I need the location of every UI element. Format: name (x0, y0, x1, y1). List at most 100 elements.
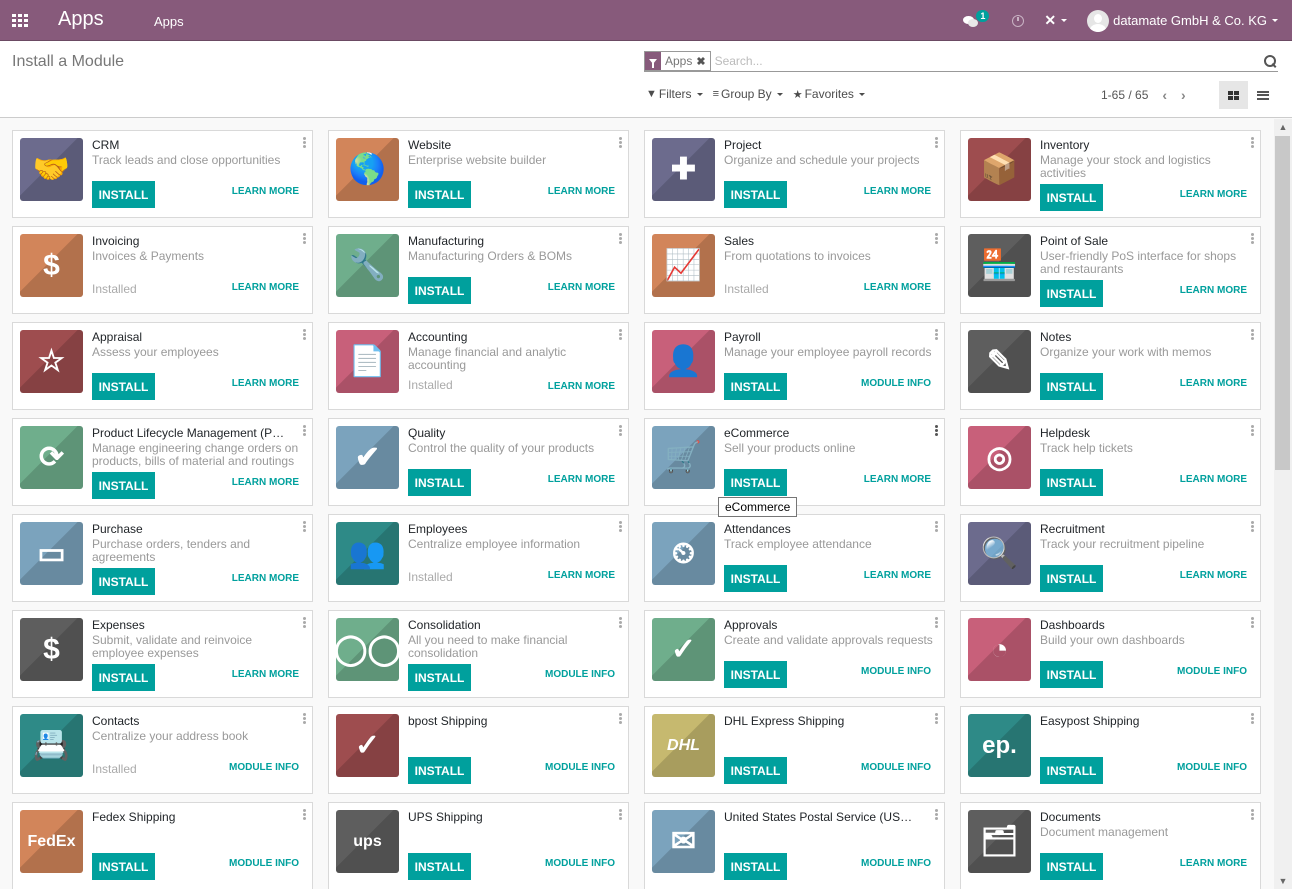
install-button[interactable]: INSTALL (92, 568, 155, 595)
card-menu-icon[interactable] (303, 425, 306, 436)
pager-next-button[interactable]: › (1181, 87, 1186, 103)
install-button[interactable]: INSTALL (408, 853, 471, 880)
module-info-link[interactable]: MODULE INFO (545, 669, 615, 680)
learn-more-link[interactable]: LEARN MORE (864, 570, 931, 581)
search-icon[interactable] (1262, 53, 1278, 69)
card-menu-icon[interactable] (935, 425, 938, 436)
activities-button[interactable] (1012, 14, 1025, 27)
card-menu-icon[interactable] (935, 713, 938, 724)
install-button[interactable]: INSTALL (92, 373, 155, 400)
learn-more-link[interactable]: LEARN MORE (232, 186, 299, 197)
card-menu-icon[interactable] (1251, 233, 1254, 244)
module-info-link[interactable]: MODULE INFO (1177, 666, 1247, 677)
learn-more-link[interactable]: LEARN MORE (548, 186, 615, 197)
install-button[interactable]: INSTALL (408, 664, 471, 691)
app-card-ups-shipping[interactable]: ups UPS Shipping INSTALL MODULE INFO (328, 802, 629, 889)
remove-facet-icon[interactable]: ✖ (696, 55, 705, 68)
apps-grid-icon[interactable] (12, 14, 28, 27)
card-menu-icon[interactable] (619, 809, 622, 820)
app-card-invoicing[interactable]: $ Invoicing Invoices & Payments Installe… (12, 226, 313, 314)
debug-tools-button[interactable]: ✕ (1044, 12, 1068, 29)
app-card-united-states-postal-service-usps[interactable]: ✉ United States Postal Service (USPS) IN… (644, 802, 945, 889)
filters-dropdown[interactable]: ▼ Filters (646, 87, 703, 101)
app-card-inventory[interactable]: 📦 Inventory Manage your stock and logist… (960, 130, 1261, 218)
kanban-view-button[interactable] (1219, 81, 1248, 109)
install-button[interactable]: INSTALL (92, 853, 155, 880)
learn-more-link[interactable]: LEARN MORE (548, 474, 615, 485)
user-menu[interactable]: datamate GmbH & Co. KG (1087, 9, 1278, 32)
app-card-documents[interactable]: 🗂 Documents Document management INSTALL … (960, 802, 1261, 889)
learn-more-link[interactable]: LEARN MORE (864, 282, 931, 293)
scroll-up-icon[interactable]: ▲ (1274, 119, 1292, 135)
card-menu-icon[interactable] (303, 809, 306, 820)
search-facet-apps[interactable]: Apps ✖ (644, 51, 711, 71)
install-button[interactable]: INSTALL (1040, 757, 1103, 784)
list-view-button[interactable] (1248, 81, 1277, 109)
learn-more-link[interactable]: LEARN MORE (548, 282, 615, 293)
learn-more-link[interactable]: LEARN MORE (864, 186, 931, 197)
app-card-purchase[interactable]: ▭ Purchase Purchase orders, tenders and … (12, 514, 313, 602)
card-menu-icon[interactable] (303, 233, 306, 244)
card-menu-icon[interactable] (619, 617, 622, 628)
install-button[interactable]: INSTALL (724, 757, 787, 784)
app-card-dashboards[interactable]: ◔ Dashboards Build your own dashboards I… (960, 610, 1261, 698)
module-info-link[interactable]: MODULE INFO (861, 858, 931, 869)
install-button[interactable]: INSTALL (1040, 661, 1103, 688)
install-button[interactable]: INSTALL (724, 469, 787, 496)
learn-more-link[interactable]: LEARN MORE (1180, 378, 1247, 389)
learn-more-link[interactable]: LEARN MORE (232, 669, 299, 680)
card-menu-icon[interactable] (935, 809, 938, 820)
card-menu-icon[interactable] (303, 713, 306, 724)
module-info-link[interactable]: MODULE INFO (861, 666, 931, 677)
install-button[interactable]: INSTALL (408, 469, 471, 496)
module-info-link[interactable]: MODULE INFO (229, 858, 299, 869)
app-card-bpost-shipping[interactable]: ✓ bpost Shipping INSTALL MODULE INFO (328, 706, 629, 794)
install-button[interactable]: INSTALL (92, 664, 155, 691)
learn-more-link[interactable]: LEARN MORE (548, 381, 615, 392)
install-button[interactable]: INSTALL (1040, 184, 1103, 211)
learn-more-link[interactable]: LEARN MORE (232, 378, 299, 389)
card-menu-icon[interactable] (303, 521, 306, 532)
module-info-link[interactable]: MODULE INFO (229, 762, 299, 773)
app-card-helpdesk[interactable]: ◎ Helpdesk Track help tickets INSTALL LE… (960, 418, 1261, 506)
install-button[interactable]: INSTALL (724, 565, 787, 592)
app-card-attendances[interactable]: ⏲ Attendances Track employee attendance … (644, 514, 945, 602)
learn-more-link[interactable]: LEARN MORE (548, 570, 615, 581)
learn-more-link[interactable]: LEARN MORE (1180, 189, 1247, 200)
card-menu-icon[interactable] (619, 329, 622, 340)
install-button[interactable]: INSTALL (724, 853, 787, 880)
card-menu-icon[interactable] (619, 233, 622, 244)
app-card-website[interactable]: 🌎 Website Enterprise website builder INS… (328, 130, 629, 218)
card-menu-icon[interactable] (303, 617, 306, 628)
pager-previous-button[interactable]: ‹ (1162, 87, 1167, 103)
install-button[interactable]: INSTALL (1040, 280, 1103, 307)
card-menu-icon[interactable] (619, 137, 622, 148)
card-menu-icon[interactable] (935, 233, 938, 244)
scrollbar[interactable]: ▲ ▼ (1274, 119, 1292, 889)
module-info-link[interactable]: MODULE INFO (861, 378, 931, 389)
module-info-link[interactable]: MODULE INFO (861, 762, 931, 773)
app-card-recruitment[interactable]: 🔍 Recruitment Track your recruitment pip… (960, 514, 1261, 602)
app-card-quality[interactable]: ✔ Quality Control the quality of your pr… (328, 418, 629, 506)
app-card-contacts[interactable]: 📇 Contacts Centralize your address book … (12, 706, 313, 794)
app-card-sales[interactable]: 📈 Sales From quotations to invoices Inst… (644, 226, 945, 314)
install-button[interactable]: INSTALL (1040, 469, 1103, 496)
learn-more-link[interactable]: LEARN MORE (1180, 858, 1247, 869)
install-button[interactable]: INSTALL (408, 277, 471, 304)
app-card-point-of-sale[interactable]: 🏪 Point of Sale User-friendly PoS interf… (960, 226, 1261, 314)
card-menu-icon[interactable] (1251, 617, 1254, 628)
card-menu-icon[interactable] (935, 521, 938, 532)
learn-more-link[interactable]: LEARN MORE (232, 573, 299, 584)
install-button[interactable]: INSTALL (1040, 565, 1103, 592)
card-menu-icon[interactable] (1251, 713, 1254, 724)
card-menu-icon[interactable] (303, 329, 306, 340)
favorites-dropdown[interactable]: ★ Favorites (793, 87, 865, 101)
nav-menu-apps[interactable]: Apps (154, 14, 184, 29)
learn-more-link[interactable]: LEARN MORE (232, 477, 299, 488)
app-card-fedex-shipping[interactable]: FedEx Fedex Shipping INSTALL MODULE INFO (12, 802, 313, 889)
scroll-thumb[interactable] (1275, 136, 1290, 470)
app-card-manufacturing[interactable]: 🔧 Manufacturing Manufacturing Orders & B… (328, 226, 629, 314)
install-button[interactable]: INSTALL (724, 373, 787, 400)
module-info-link[interactable]: MODULE INFO (545, 762, 615, 773)
messages-button[interactable]: 1 (963, 9, 992, 27)
